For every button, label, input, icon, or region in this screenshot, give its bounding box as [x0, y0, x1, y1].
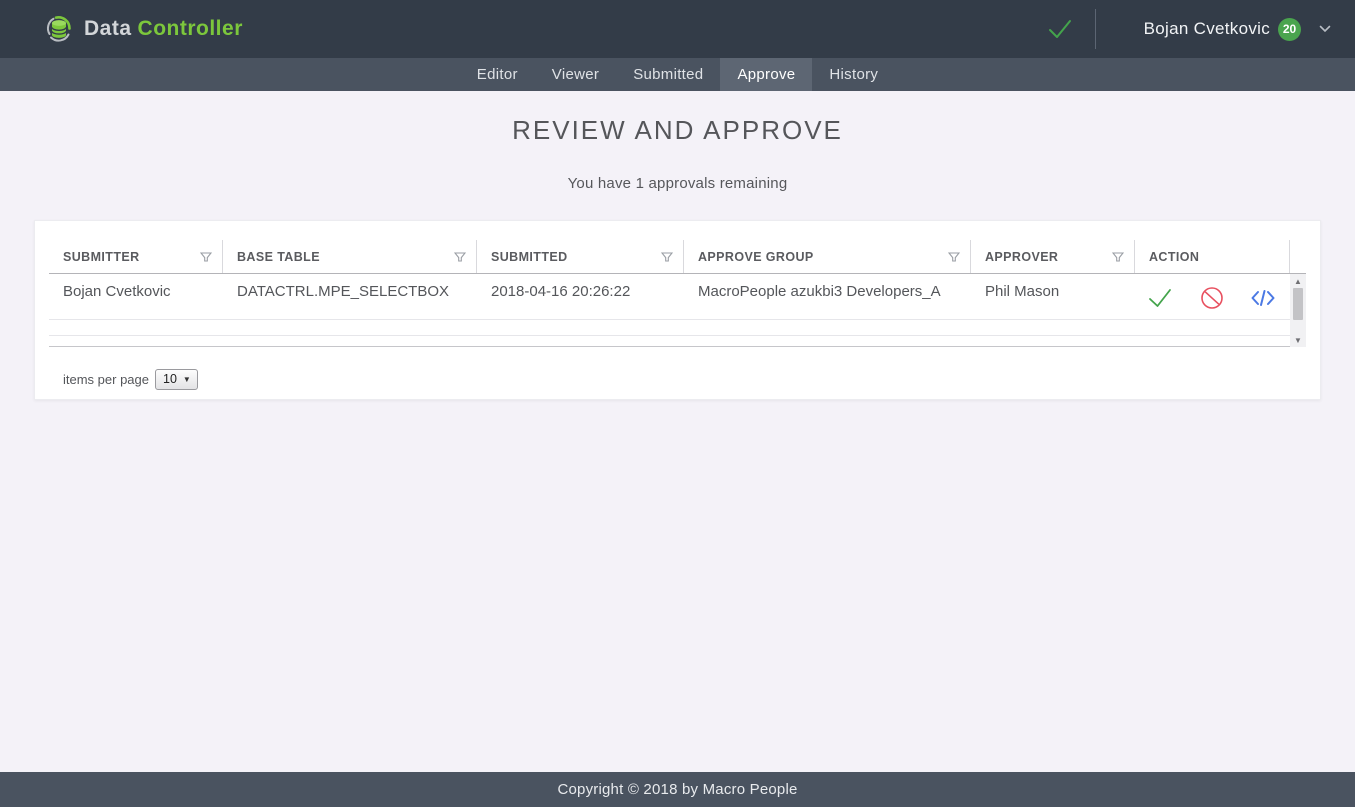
cell-base-table: DATACTRL.MPE_SELECTBOX — [223, 274, 477, 319]
column-label: APPROVE GROUP — [698, 250, 814, 264]
cell-approver: Phil Mason — [971, 274, 1135, 319]
app-logo: Data Controller — [44, 14, 243, 44]
column-header-submitter: SUBMITTER — [49, 240, 223, 273]
approve-icon[interactable] — [1147, 287, 1173, 309]
page-title: REVIEW AND APPROVE — [0, 115, 1355, 146]
approvals-remaining-text: You have 1 approvals remaining — [0, 175, 1355, 192]
cell-action — [1135, 274, 1290, 319]
approvals-table-card: SUBMITTER BASE TABLE SUBMITTED APPROVE G… — [34, 220, 1321, 400]
grid-header-row: SUBMITTER BASE TABLE SUBMITTED APPROVE G… — [49, 240, 1306, 274]
column-label: SUBMITTED — [491, 250, 568, 264]
cell-submitted: 2018-04-16 20:26:22 — [477, 274, 684, 319]
column-label: SUBMITTER — [63, 250, 140, 264]
user-name[interactable]: Bojan Cvetkovic — [1144, 19, 1270, 39]
chevron-down-icon[interactable] — [1319, 25, 1331, 33]
topbar-divider — [1095, 9, 1096, 49]
scrollbar-thumb[interactable] — [1293, 288, 1303, 320]
column-header-approver: APPROVER — [971, 240, 1135, 273]
user-badge-count: 20 — [1278, 18, 1301, 41]
tab-submitted[interactable]: Submitted — [616, 58, 720, 91]
reject-icon[interactable] — [1200, 286, 1224, 310]
column-label: ACTION — [1149, 250, 1199, 264]
header-scrollbar-spacer — [1290, 240, 1306, 273]
approvals-check-icon[interactable] — [1047, 18, 1073, 40]
table-scrollbar[interactable]: ▲ ▼ — [1290, 274, 1306, 347]
column-label: BASE TABLE — [237, 250, 320, 264]
approvals-grid: SUBMITTER BASE TABLE SUBMITTED APPROVE G… — [49, 240, 1306, 399]
cell-approve-group: MacroPeople azukbi3 Developers_A — [684, 274, 971, 319]
grid-body: Bojan Cvetkovic DATACTRL.MPE_SELECTBOX 2… — [49, 274, 1306, 347]
items-per-page-select[interactable]: 10 ▼ — [155, 369, 198, 390]
pager: items per page 10 ▼ — [49, 347, 1306, 399]
tab-history[interactable]: History — [812, 58, 895, 91]
scrollbar-down-icon[interactable]: ▼ — [1290, 333, 1306, 347]
footer: Copyright © 2018 by Macro People — [0, 772, 1355, 807]
select-arrow-icon: ▼ — [183, 375, 191, 384]
copyright-text: Copyright © 2018 by Macro People — [557, 781, 797, 798]
cell-submitter: Bojan Cvetkovic — [49, 274, 223, 319]
table-row: Bojan Cvetkovic DATACTRL.MPE_SELECTBOX 2… — [49, 274, 1306, 320]
column-header-submitted: SUBMITTED — [477, 240, 684, 273]
tab-editor[interactable]: Editor — [460, 58, 535, 91]
filter-icon[interactable] — [454, 251, 466, 263]
filter-icon[interactable] — [1112, 251, 1124, 263]
column-header-approve-group: APPROVE GROUP — [684, 240, 971, 273]
brand-name-primary: Data — [84, 17, 132, 40]
main-nav: Editor Viewer Submitted Approve History — [0, 58, 1355, 91]
code-icon[interactable] — [1251, 289, 1275, 307]
topbar-right: Bojan Cvetkovic 20 — [1047, 9, 1331, 49]
column-label: APPROVER — [985, 250, 1058, 264]
items-per-page-label: items per page — [63, 372, 149, 387]
brand-title: Data Controller — [84, 17, 243, 41]
scrollbar-up-icon[interactable]: ▲ — [1290, 274, 1306, 288]
empty-row — [49, 320, 1306, 336]
column-header-action: ACTION — [1135, 240, 1290, 273]
topbar: Data Controller Bojan Cvetkovic 20 — [0, 0, 1355, 58]
database-logo-icon — [44, 14, 74, 44]
filter-icon[interactable] — [948, 251, 960, 263]
column-header-base-table: BASE TABLE — [223, 240, 477, 273]
items-per-page-value: 10 — [163, 372, 177, 386]
tab-approve[interactable]: Approve — [720, 58, 812, 91]
filter-icon[interactable] — [661, 251, 673, 263]
brand-name-secondary: Controller — [138, 17, 243, 40]
tab-viewer[interactable]: Viewer — [535, 58, 616, 91]
filter-icon[interactable] — [200, 251, 212, 263]
